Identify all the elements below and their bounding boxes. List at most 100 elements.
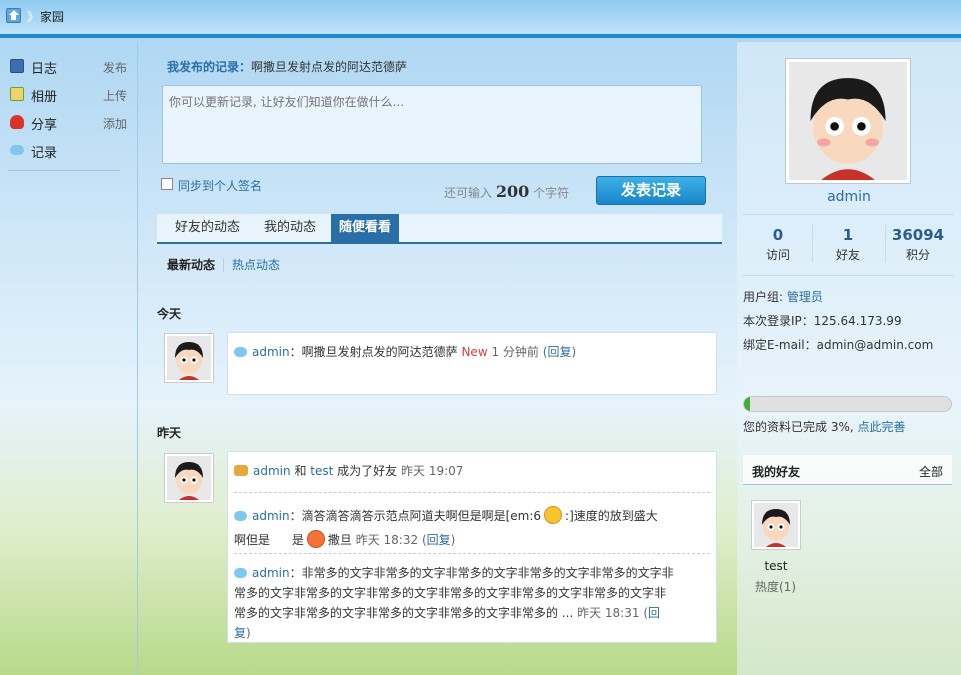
feed-subtabs: 最新动态 热点动态 xyxy=(167,256,281,273)
subtab-latest[interactable]: 最新动态 xyxy=(167,258,215,272)
my-record-label: 我发布的记录： xyxy=(167,60,252,74)
feed-tabs: 好友的动态 我的动态 随便看看 xyxy=(157,214,722,244)
user-group-link[interactable]: 管理员 xyxy=(787,290,823,304)
emoticon-icon xyxy=(306,530,325,548)
sync-signature-label[interactable]: 同步到个人签名 xyxy=(178,177,262,194)
feed-text-tail: 撒旦 xyxy=(327,533,352,547)
remain-suffix: 个字符 xyxy=(533,186,570,200)
friend-heat: 热度(1) xyxy=(755,580,796,594)
feed-time: 1 分钟前 xyxy=(491,345,539,359)
feed-user-link[interactable]: test xyxy=(310,464,333,478)
record-bubble-icon xyxy=(234,568,247,578)
feed-user-link[interactable]: admin xyxy=(252,566,290,580)
avatar-image xyxy=(754,503,798,547)
progress-label: 您的资料已完成 3%, xyxy=(743,420,854,434)
stat-friends[interactable]: 1 好友 xyxy=(813,226,883,263)
blog-icon xyxy=(10,59,24,73)
char-remaining: 还可输入 200 个字符 xyxy=(444,182,569,201)
feed-divider xyxy=(234,492,710,493)
sidebar-item-album[interactable]: 相册 上传 xyxy=(10,84,130,106)
stats-divider xyxy=(742,214,954,215)
feed-card-yesterday: admin 和 test 成为了好友 昨天 19:07 admin：滴答滴答滴答… xyxy=(227,451,717,643)
login-ip-value: 125.64.173.99 xyxy=(813,314,902,328)
stat-points[interactable]: 36094 积分 xyxy=(883,226,953,263)
handshake-icon xyxy=(234,465,248,476)
feed-user-link[interactable]: admin xyxy=(252,345,290,359)
user-group-label: 用户组: xyxy=(743,290,784,304)
profile-progress-text: 您的资料已完成 3%, 点此完善 xyxy=(743,418,906,435)
stats-divider xyxy=(742,275,954,276)
profile-avatar[interactable] xyxy=(785,58,911,184)
friends-all-link[interactable]: 全部 xyxy=(919,463,943,480)
feed-text: 成为了好友 xyxy=(337,464,398,478)
feed-avatar[interactable] xyxy=(164,333,214,383)
reply-link[interactable]: 回复 xyxy=(427,533,451,547)
sidebar-item-label[interactable]: 记录 xyxy=(31,142,57,161)
remain-count: 200 xyxy=(495,182,530,201)
my-latest-record: 我发布的记录：啊撒旦发射点发的阿达范德萨 xyxy=(167,58,407,75)
main-content: 我发布的记录：啊撒旦发射点发的阿达范德萨 同步到个人签名 还可输入 200 个字… xyxy=(139,42,737,675)
left-sidebar: 日志 发布 相册 上传 分享 添加 记录 xyxy=(0,42,138,675)
home-icon[interactable] xyxy=(6,8,21,23)
feed-time: 昨天 19:07 xyxy=(401,464,464,478)
avatar-image xyxy=(789,62,907,180)
tab-browse[interactable]: 随便看看 xyxy=(331,214,400,242)
stat-visits[interactable]: 0 访问 xyxy=(743,226,813,263)
breadcrumb-title[interactable]: 家园 xyxy=(40,8,64,25)
feed-text: ：滴答滴答滴答示范点阿道夫啊但是啊是[em:6 xyxy=(289,509,542,523)
reply-link[interactable]: 回复 xyxy=(547,345,571,359)
user-group-line: 用户组: 管理员 xyxy=(743,288,823,305)
email-value: admin@admin.com xyxy=(816,338,934,352)
stat-points-num: 36094 xyxy=(891,226,945,244)
sidebar-item-label[interactable]: 日志 xyxy=(31,58,57,77)
sidebar-divider xyxy=(8,170,120,171)
feed-user-link[interactable]: admin xyxy=(252,509,290,523)
feed-time: 昨天 18:31 xyxy=(577,606,640,620)
day-label-today: 今天 xyxy=(157,307,182,321)
feed-avatar[interactable] xyxy=(164,453,214,503)
record-icon xyxy=(10,145,24,155)
feed-entry: admin：非常多的文字非常多的文字非常多的文字非常多的文字非常多的文字非常多的… xyxy=(234,566,674,640)
feed-time: 昨天 18:32 xyxy=(355,533,419,547)
emoticon-icon xyxy=(544,506,563,524)
sidebar-action-upload[interactable]: 上传 xyxy=(103,87,127,104)
login-ip-label: 本次登录IP： xyxy=(743,314,814,328)
feed-user-link[interactable]: admin xyxy=(253,464,291,478)
right-sidebar: admin 0 访问 1 好友 36094 积分 用户组: 管理员 本次登录IP… xyxy=(737,42,961,675)
stat-visits-num: 0 xyxy=(772,226,784,244)
sidebar-action-publish[interactable]: 发布 xyxy=(103,59,127,76)
sidebar-item-share[interactable]: 分享 添加 xyxy=(10,112,130,134)
email-label: 绑定E-mail： xyxy=(743,338,817,352)
album-icon xyxy=(10,87,24,101)
friend-name-link[interactable]: test xyxy=(751,559,801,573)
stat-friends-num: 1 xyxy=(842,226,854,244)
tab-my-feed[interactable]: 我的动态 xyxy=(264,214,316,242)
feed-entry: admin：滴答滴答滴答示范点阿道夫啊但是啊是[em:6:]速度的放到盛大啊但是… xyxy=(234,502,664,550)
sidebar-item-record[interactable]: 记录 xyxy=(10,140,130,162)
my-record-text: 啊撒旦发射点发的阿达范德萨 xyxy=(251,60,408,74)
sidebar-item-blog[interactable]: 日志 发布 xyxy=(10,56,130,78)
tab-friends-feed[interactable]: 好友的动态 xyxy=(175,214,240,242)
day-label-yesterday: 昨天 xyxy=(157,426,182,440)
remain-prefix: 还可输入 xyxy=(444,186,493,200)
new-badge: New xyxy=(461,345,488,359)
sidebar-item-label[interactable]: 相册 xyxy=(31,86,57,105)
sync-signature-checkbox[interactable] xyxy=(161,178,173,190)
profile-username[interactable]: admin xyxy=(737,189,961,205)
stat-visits-label: 访问 xyxy=(765,248,790,262)
friends-header: 我的好友 全部 xyxy=(743,455,952,485)
breadcrumb-separator: 》 xyxy=(27,10,40,24)
complete-profile-link[interactable]: 点此完善 xyxy=(858,420,906,434)
feed-divider xyxy=(234,553,710,554)
profile-progress-bar xyxy=(743,396,952,412)
record-bubble-icon xyxy=(234,347,247,357)
status-input[interactable] xyxy=(162,85,702,164)
sidebar-item-label[interactable]: 分享 xyxy=(31,114,57,133)
post-record-button[interactable]: 发表记录 xyxy=(596,176,706,205)
top-bar: 》 家园 xyxy=(0,0,961,38)
progress-fill xyxy=(744,397,751,411)
friend-avatar[interactable] xyxy=(751,500,801,550)
sidebar-action-add[interactable]: 添加 xyxy=(103,115,127,132)
feed-entry-friendship: admin 和 test 成为了好友 昨天 19:07 xyxy=(234,461,463,481)
subtab-hot[interactable]: 热点动态 xyxy=(223,258,281,272)
